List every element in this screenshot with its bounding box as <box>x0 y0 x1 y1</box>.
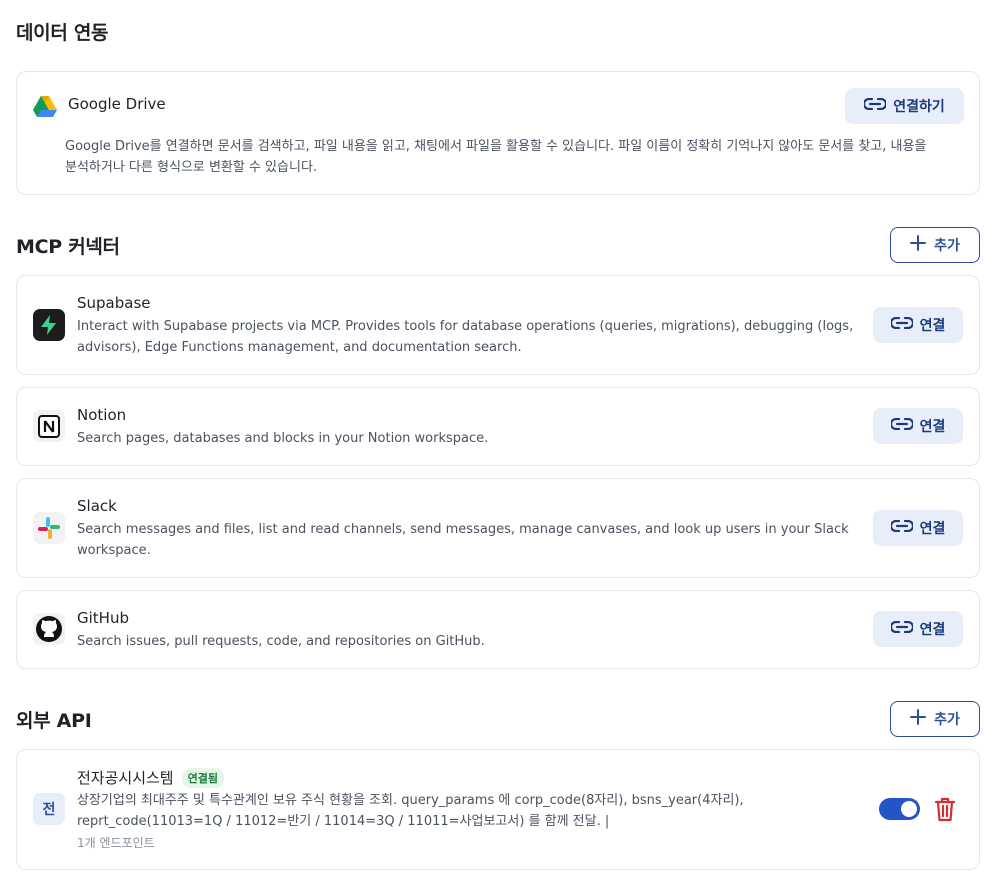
github-connect-button[interactable]: 연결 <box>873 611 963 647</box>
connector-name: Supabase <box>77 294 151 312</box>
api-name: 전자공시시스템 <box>77 769 174 787</box>
connector-card-slack: Slack Search messages and files, list an… <box>16 478 980 578</box>
connector-name: Notion <box>77 406 127 424</box>
google-drive-connect-button[interactable]: 연결하기 <box>845 88 964 124</box>
connect-label: 연결 <box>919 318 946 334</box>
section-title-data: 데이터 연동 <box>16 22 109 44</box>
connector-description: Search pages, databases and blocks in yo… <box>77 431 489 446</box>
google-drive-description: Google Drive를 연결하면 문서를 검색하고, 파일 내용을 읽고, … <box>65 139 927 175</box>
api-card-dart: 전 전자공시시스템 연결됨 상장기업의 최대주주 및 특수관계인 보유 주식 현… <box>16 749 980 870</box>
section-title-api: 외부 API <box>16 710 92 732</box>
api-add-label: 추가 <box>934 712 960 728</box>
status-badge: 연결됨 <box>181 767 224 788</box>
api-add-button[interactable]: 추가 <box>890 701 980 737</box>
google-drive-card: Google Drive 연결하기 Google Drive를 연결하면 문서를… <box>16 71 980 195</box>
api-avatar: 전 <box>33 793 65 825</box>
section-title-mcp: MCP 커넥터 <box>16 236 120 258</box>
connector-card-github: GitHub Search issues, pull requests, cod… <box>16 590 980 669</box>
connect-label: 연결 <box>919 419 946 435</box>
notion-connect-button[interactable]: 연결 <box>873 408 963 444</box>
mcp-add-button[interactable]: 추가 <box>890 227 980 263</box>
link-icon <box>889 620 914 637</box>
api-name-row: 전자공시시스템 연결됨 <box>77 767 224 788</box>
plus-icon <box>910 709 927 729</box>
slack-connect-button[interactable]: 연결 <box>873 510 963 546</box>
supabase-logo-icon <box>33 309 65 341</box>
api-endpoint-count: 1개 엔드포인트 <box>77 836 155 850</box>
mcp-add-label: 추가 <box>934 238 960 254</box>
notion-logo-icon <box>33 410 65 442</box>
link-icon <box>889 316 914 333</box>
connector-card-supabase: Supabase Interact with Supabase projects… <box>16 275 980 375</box>
connect-label: 연결 <box>919 521 946 537</box>
connector-description: Interact with Supabase projects via MCP.… <box>77 319 854 355</box>
connector-name: GitHub <box>77 609 129 627</box>
google-drive-title: Google Drive <box>68 95 166 113</box>
link-icon <box>863 97 888 114</box>
google-drive-connect-label: 연결하기 <box>893 99 945 115</box>
api-enable-toggle[interactable] <box>879 798 920 820</box>
slack-logo-icon <box>33 512 65 544</box>
plus-icon <box>910 235 927 255</box>
connector-description: Search messages and files, list and read… <box>77 522 849 558</box>
api-description: 상장기업의 최대주주 및 특수관계인 보유 주식 현황을 조회. query_p… <box>77 793 744 829</box>
link-icon <box>889 519 914 536</box>
google-drive-logo-icon <box>33 96 57 118</box>
toggle-knob <box>901 801 917 817</box>
link-icon <box>889 417 914 434</box>
github-logo-icon <box>33 613 65 645</box>
trash-icon[interactable] <box>933 796 957 822</box>
connector-name: Slack <box>77 497 117 515</box>
connector-description: Search issues, pull requests, code, and … <box>77 634 485 649</box>
connector-card-notion: Notion Search pages, databases and block… <box>16 387 980 466</box>
supabase-connect-button[interactable]: 연결 <box>873 307 963 343</box>
connect-label: 연결 <box>919 622 946 638</box>
